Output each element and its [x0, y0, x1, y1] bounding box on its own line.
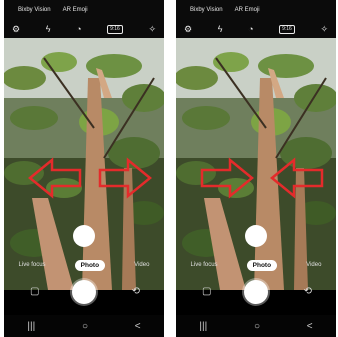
timer-icon[interactable]: ◔	[248, 24, 253, 34]
switch-camera-icon[interactable]: ⟲	[304, 286, 312, 297]
viewfinder[interactable]	[4, 38, 164, 290]
navigation-bar: ||| ○ <	[176, 315, 336, 337]
left-arrow	[270, 157, 324, 199]
viewfinder[interactable]	[176, 38, 336, 290]
ar-emoji-link[interactable]: AR Emoji	[63, 7, 88, 13]
camera-toolbar: ⚙ ϟ ◔ 9:16 ✧	[4, 20, 164, 38]
camera-screen-right: Bixby Vision AR Emoji ⚙ ϟ ◔ 9:16 ✧ Live …	[176, 0, 336, 337]
top-menu: Bixby Vision AR Emoji	[4, 0, 164, 20]
bixby-vision-link[interactable]: Bixby Vision	[18, 7, 51, 13]
camera-toolbar: ⚙ ϟ ◔ 9:16 ✧	[176, 20, 336, 38]
flash-off-icon[interactable]: ϟ	[46, 24, 51, 34]
filter-icon[interactable]: ✧	[148, 24, 156, 34]
settings-icon[interactable]: ⚙	[184, 24, 192, 34]
home-icon[interactable]: ○	[82, 321, 88, 332]
mode-selector: Live focus Photo Video	[4, 258, 164, 272]
zoom-toggle-button[interactable]	[245, 225, 267, 247]
navigation-bar: ||| ○ <	[4, 315, 164, 337]
flash-off-icon[interactable]: ϟ	[218, 24, 223, 34]
mode-live-focus[interactable]: Live focus	[19, 262, 46, 268]
right-arrow	[98, 157, 152, 199]
top-menu: Bixby Vision AR Emoji	[176, 0, 336, 20]
switch-camera-icon[interactable]: ⟲	[132, 286, 140, 297]
back-icon[interactable]: <	[135, 321, 141, 332]
bixby-vision-link[interactable]: Bixby Vision	[190, 7, 223, 13]
mode-photo[interactable]: Photo	[74, 259, 106, 271]
ratio-icon[interactable]: 9:16	[107, 24, 123, 34]
zoom-toggle-button[interactable]	[73, 225, 95, 247]
timer-icon[interactable]: ◔	[76, 24, 81, 34]
left-arrow	[28, 157, 82, 199]
right-arrow	[200, 157, 254, 199]
mode-photo[interactable]: Photo	[246, 259, 278, 271]
mode-video[interactable]: Video	[134, 262, 149, 268]
camera-screen-left: Bixby Vision AR Emoji ⚙ ϟ ◔ 9:16 ✧ Live …	[4, 0, 164, 337]
recent-apps-icon[interactable]: |||	[27, 321, 35, 332]
mode-selector: Live focus Photo Video	[176, 258, 336, 272]
settings-icon[interactable]: ⚙	[12, 24, 20, 34]
back-icon[interactable]: <	[307, 321, 313, 332]
filter-icon[interactable]: ✧	[320, 24, 328, 34]
ratio-icon[interactable]: 9:16	[279, 24, 295, 34]
shutter-button[interactable]	[244, 280, 268, 304]
recent-apps-icon[interactable]: |||	[199, 321, 207, 332]
ar-emoji-link[interactable]: AR Emoji	[235, 7, 260, 13]
shutter-button[interactable]	[72, 280, 96, 304]
gallery-icon[interactable]: ▢	[202, 286, 211, 297]
home-icon[interactable]: ○	[254, 321, 260, 332]
mode-video[interactable]: Video	[306, 262, 321, 268]
mode-live-focus[interactable]: Live focus	[191, 262, 218, 268]
gallery-icon[interactable]: ▢	[30, 286, 39, 297]
